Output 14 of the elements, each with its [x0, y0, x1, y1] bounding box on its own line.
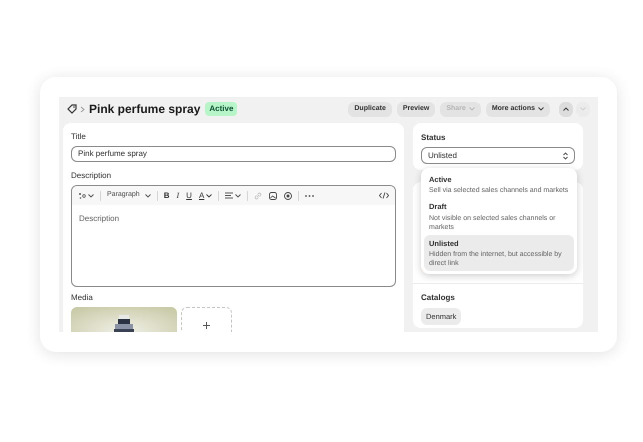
description-placeholder: Description — [78, 213, 120, 225]
text-color-button[interactable]: A — [198, 190, 212, 202]
status-badge: Active — [205, 102, 238, 116]
bold-button[interactable]: B — [164, 190, 170, 202]
field-label: Status — [421, 132, 446, 144]
field-label: Media — [71, 292, 94, 304]
field-label: Description — [71, 170, 112, 182]
title-field[interactable]: Pink perfume spray — [71, 146, 396, 162]
italic-button[interactable]: I — [176, 190, 180, 202]
underline-button[interactable]: U — [186, 190, 192, 202]
product-title: Pink perfume spray — [89, 101, 200, 118]
field-label: Title — [71, 131, 87, 143]
status-select[interactable]: Unlisted — [421, 147, 575, 164]
field-label: Catalogs — [421, 292, 456, 304]
